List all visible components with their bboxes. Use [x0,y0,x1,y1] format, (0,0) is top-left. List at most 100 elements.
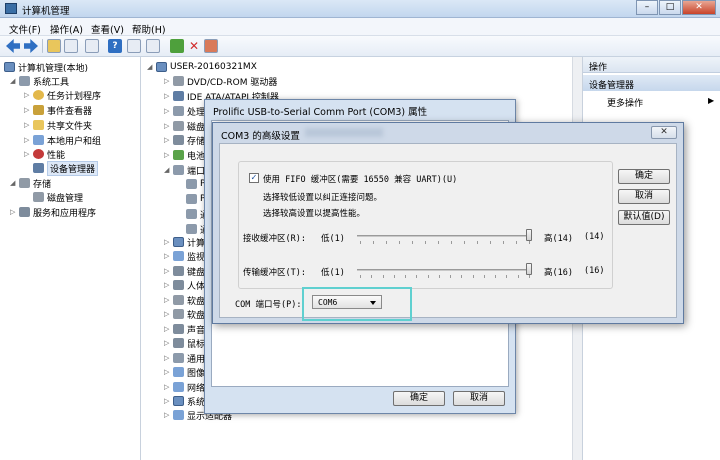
device-category[interactable]: ▷ DVD/CD-ROM 驱动器 [164,74,277,88]
receive-buffer-slider-thumb[interactable] [526,229,532,241]
forward-arrow-icon[interactable] [24,39,38,53]
device-category[interactable]: ▷ 键盘 [164,264,205,278]
device-category[interactable]: ▷ 磁盘 [164,119,205,133]
menu-help[interactable]: 帮助(H) [132,22,166,36]
tree-item-device-manager[interactable]: 设备管理器 [33,160,99,176]
maximize-button[interactable]: □ [659,0,681,15]
device-category[interactable]: ▷ 计算 [164,235,205,249]
device-category[interactable]: ▷ 通用 [164,351,205,365]
expand-arrow-icon[interactable]: ▷ [164,368,173,376]
slider-tick [425,241,426,244]
device-category[interactable]: ▷ 图像 [164,365,205,379]
expand-arrow-icon[interactable]: ▷ [164,354,173,362]
tree-item-storage[interactable]: ◢ 存储 [10,176,51,190]
expand-arrow-icon[interactable]: ▷ [164,136,173,144]
expand-arrow-icon[interactable]: ▷ [164,238,173,246]
device-category[interactable]: ▷ 监视 [164,249,205,263]
expand-arrow-icon[interactable]: ▷ [164,296,173,304]
tree-item-disk-management[interactable]: 磁盘管理 [33,190,83,204]
scan-hardware-icon[interactable] [146,39,160,53]
submenu-arrow-icon[interactable]: ▶ [708,96,714,105]
device-root[interactable]: ◢ USER-20160321MX [147,60,257,74]
tree-item-shared-folders[interactable]: ▷ 共享文件夹 [24,118,92,132]
transmit-buffer-slider[interactable] [357,269,532,271]
tree-item-performance[interactable]: ▷ 性能 [24,147,65,161]
device-item[interactable]: P [186,192,205,206]
expand-arrow-icon[interactable]: ▷ [24,91,33,99]
expand-arrow-icon[interactable]: ▷ [164,151,173,159]
minimize-button[interactable]: – [636,0,658,15]
disable-device-icon[interactable] [204,39,218,53]
actions-section-device-manager[interactable]: 设备管理器 [583,75,720,91]
expand-arrow-icon[interactable]: ▷ [164,281,173,289]
expand-arrow-icon[interactable]: ▷ [164,339,173,347]
slider-tick [360,241,361,244]
update-driver-icon[interactable] [170,39,184,53]
expand-arrow-icon[interactable]: ▷ [164,92,173,100]
device-category[interactable]: ▷ 软盘 [164,293,205,307]
expand-arrow-icon[interactable]: ▷ [164,77,173,85]
expand-arrow-icon[interactable]: ▷ [164,411,173,419]
show-hide-tree-icon[interactable] [64,39,78,53]
tree-item-computer-management[interactable]: 计算机管理(本地) [4,60,88,74]
tree-item-task-scheduler[interactable]: ▷ 任务计划程序 [24,88,101,102]
view-icon[interactable] [127,39,141,53]
advanced-ok-button[interactable]: 确定 [618,169,670,184]
defaults-button[interactable]: 默认值(D) [618,210,670,225]
help-icon[interactable]: ? [108,39,122,53]
expand-arrow-icon[interactable]: ▷ [24,136,33,144]
device-category[interactable]: ▷ 人体 [164,278,205,292]
expand-arrow-icon[interactable]: ▷ [164,310,173,318]
expand-arrow-icon[interactable]: ▷ [164,252,173,260]
expand-arrow-icon[interactable]: ▷ [164,122,173,130]
properties-icon[interactable] [85,39,99,53]
expand-arrow-icon[interactable]: ▷ [164,383,173,391]
storage-controller-icon [173,135,184,145]
receive-buffer-slider[interactable] [357,235,532,237]
close-icon[interactable]: ✕ [651,126,677,139]
menu-file[interactable]: 文件(F) [9,22,41,36]
expand-arrow-icon[interactable]: ▷ [164,397,173,405]
device-category[interactable]: ▷ 软盘 [164,307,205,321]
collapse-arrow-icon[interactable]: ◢ [10,77,19,85]
menu-action[interactable]: 操作(A) [50,22,83,36]
uninstall-icon[interactable]: ✕ [187,39,201,53]
device-category[interactable]: ▷ 鼠标 [164,336,205,350]
up-folder-icon[interactable] [47,39,61,53]
close-button[interactable]: ✕ [682,0,716,15]
transmit-buffer-value: (16) [584,266,605,276]
device-category[interactable]: ▷ 电池 [164,148,205,162]
properties-ok-button[interactable]: 确定 [393,391,445,406]
expand-arrow-icon[interactable]: ▷ [10,208,19,216]
expand-arrow-icon[interactable]: ▷ [164,267,173,275]
expand-arrow-icon[interactable]: ▷ [24,106,33,114]
collapse-arrow-icon[interactable]: ◢ [147,63,156,71]
advanced-cancel-button[interactable]: 取消 [618,189,670,204]
expand-arrow-icon[interactable]: ▷ [24,150,33,158]
back-arrow-icon[interactable] [6,39,20,53]
slider-tick [490,241,491,244]
fifo-checkbox[interactable]: ✓ [249,173,259,183]
slider-tick [483,275,485,278]
expand-arrow-icon[interactable]: ▷ [164,107,173,115]
more-actions-link[interactable]: 更多操作 [607,96,643,109]
hint-higher-settings: 选择较高设置以提高性能。 [263,209,366,219]
transmit-buffer-slider-thumb[interactable] [526,263,532,275]
tree-item-system-tools[interactable]: ◢ 系统工具 [10,74,69,88]
collapse-arrow-icon[interactable]: ◢ [164,166,173,174]
device-category[interactable]: ▷ 声音 [164,322,205,336]
tree-item-local-users[interactable]: ▷ 本地用户和组 [24,133,101,147]
device-category[interactable]: ▷ 系统 [164,394,205,408]
properties-cancel-button[interactable]: 取消 [453,391,505,406]
menu-view[interactable]: 查看(V) [91,22,124,36]
collapse-arrow-icon[interactable]: ◢ [10,179,19,187]
device-category-ports[interactable]: ◢ 端口 [164,163,205,177]
tree-item-event-viewer[interactable]: ▷ 事件查看器 [24,103,92,117]
device-category[interactable]: ▷ 存储 [164,133,205,147]
device-category[interactable]: ▷ 处理 [164,104,205,118]
expand-arrow-icon[interactable]: ▷ [24,121,33,129]
expand-arrow-icon[interactable]: ▷ [164,325,173,333]
tree-item-services-apps[interactable]: ▷ 服务和应用程序 [10,205,96,219]
device-item[interactable]: P [186,177,205,191]
device-category[interactable]: ▷ 网络 [164,380,205,394]
